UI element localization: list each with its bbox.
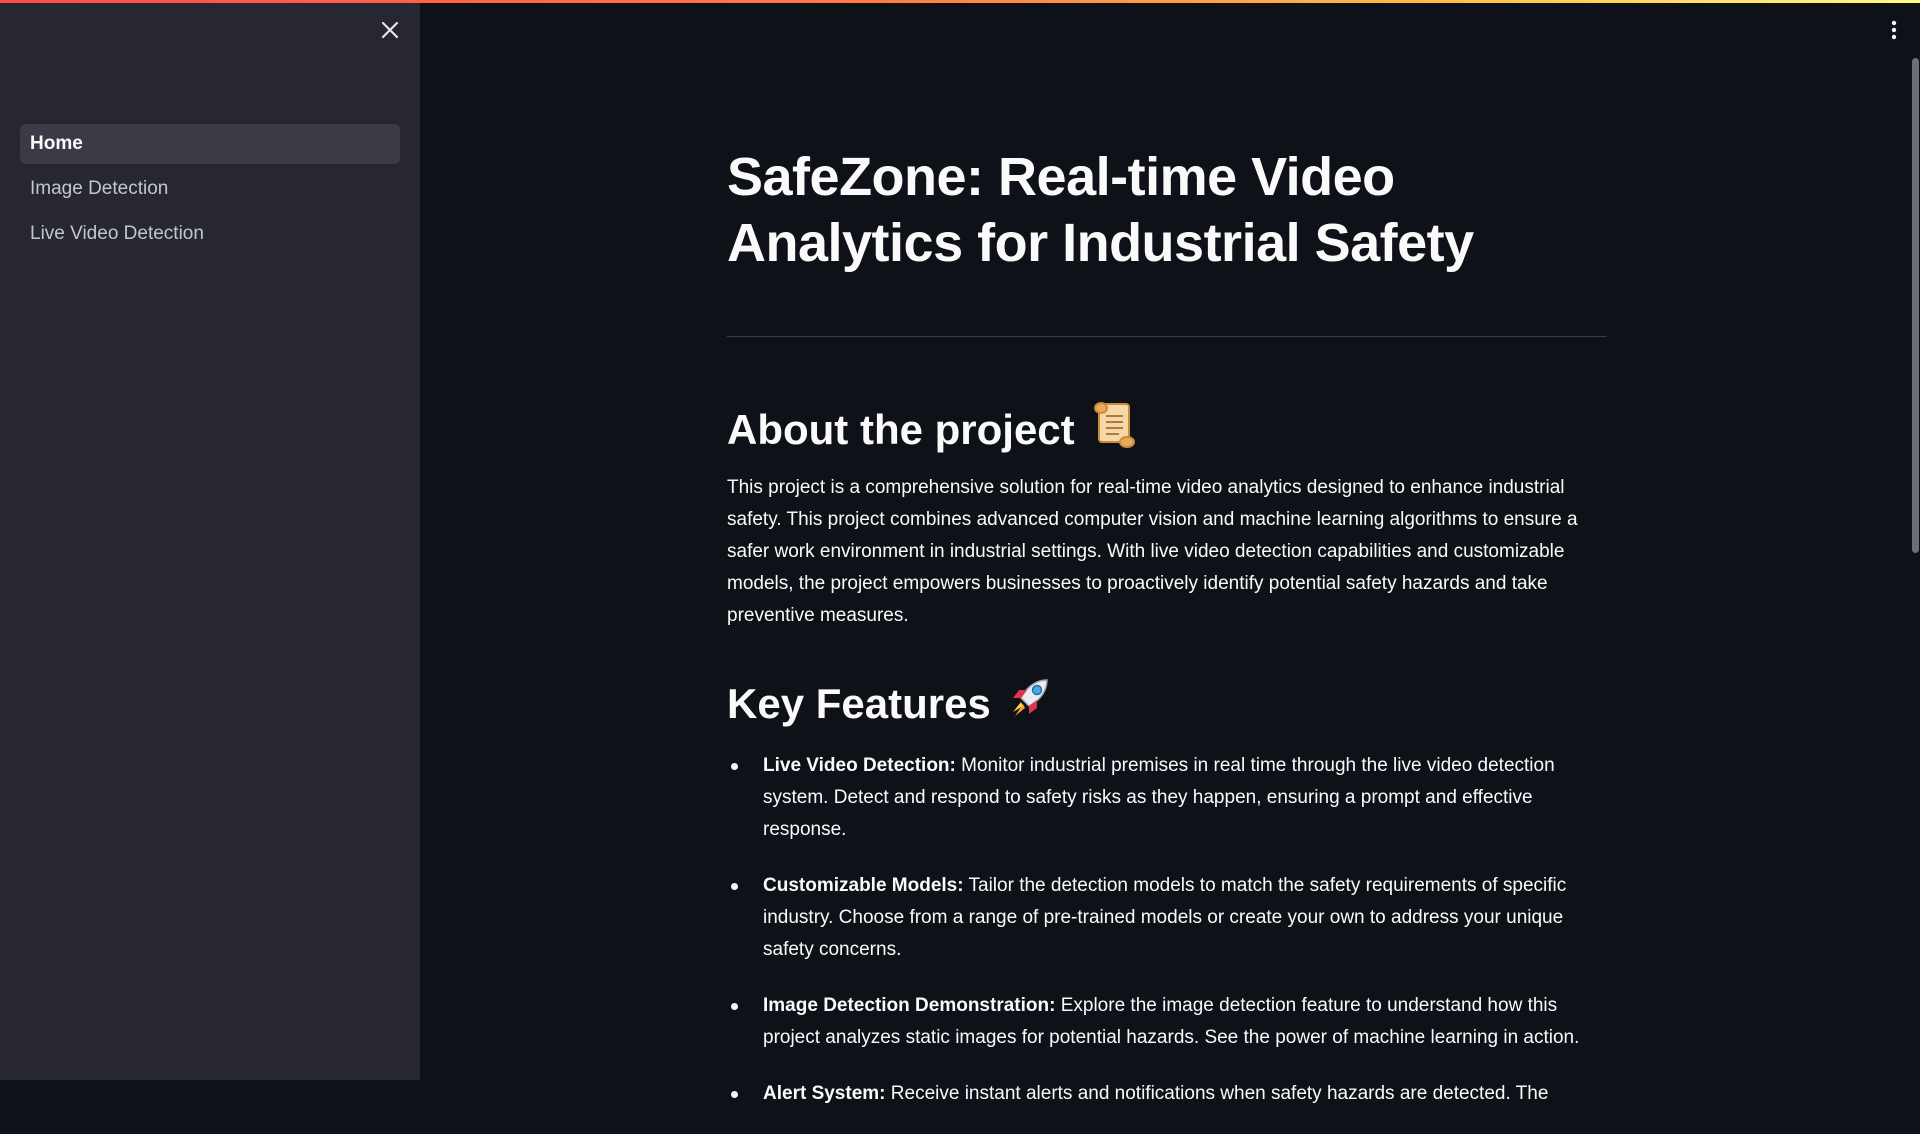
close-icon — [381, 21, 399, 44]
bullet-icon — [731, 883, 738, 890]
features-list: Live Video Detection: Monitor industrial… — [727, 750, 1607, 1134]
list-item: Image Detection Demonstration: Explore t… — [727, 990, 1607, 1054]
feature-text: Receive instant alerts and notifications… — [885, 1083, 1549, 1104]
sidebar-item-home[interactable]: Home — [20, 124, 400, 164]
bullet-icon — [731, 1003, 738, 1010]
sidebar-item-live-video-detection[interactable]: Live Video Detection — [20, 214, 400, 254]
about-paragraph: This project is a comprehensive solution… — [727, 477, 1578, 626]
features-heading: Key Features — [727, 674, 1055, 734]
sidebar-item-label: Live Video Detection — [30, 223, 204, 244]
bullet-icon — [731, 1091, 738, 1098]
main-menu-button[interactable] — [1882, 18, 1906, 46]
header-decoration-bar — [0, 0, 1920, 3]
feature-title: Customizable Models: — [763, 875, 964, 896]
sidebar-item-image-detection[interactable]: Image Detection — [20, 169, 400, 209]
scroll-icon — [1091, 400, 1137, 460]
about-heading-text: About the project — [727, 406, 1075, 453]
bullet-icon — [731, 763, 738, 770]
close-sidebar-button[interactable] — [376, 18, 404, 46]
feature-title: Live Video Detection: — [763, 755, 956, 776]
feature-title: Image Detection Demonstration: — [763, 995, 1056, 1016]
kebab-menu-icon — [1891, 20, 1897, 45]
rocket-icon — [1007, 674, 1055, 734]
about-heading: About the project — [727, 400, 1137, 460]
list-item: Customizable Models: Tailor the detectio… — [727, 870, 1607, 966]
list-item: Alert System: Receive instant alerts and… — [727, 1078, 1607, 1110]
page-title: SafeZone: Real-time Video Analytics for … — [727, 147, 1474, 273]
sidebar-item-label: Image Detection — [30, 178, 169, 199]
feature-title: Alert System: — [763, 1083, 886, 1104]
scrollbar-thumb[interactable] — [1912, 58, 1919, 553]
sidebar-item-label: Home — [30, 133, 83, 154]
sidebar: Home Image Detection Live Video Detectio… — [0, 0, 420, 1080]
divider — [727, 336, 1607, 337]
list-item: Live Video Detection: Monitor industrial… — [727, 750, 1607, 846]
features-heading-text: Key Features — [727, 680, 991, 727]
sidebar-nav: Home Image Detection Live Video Detectio… — [20, 124, 400, 259]
